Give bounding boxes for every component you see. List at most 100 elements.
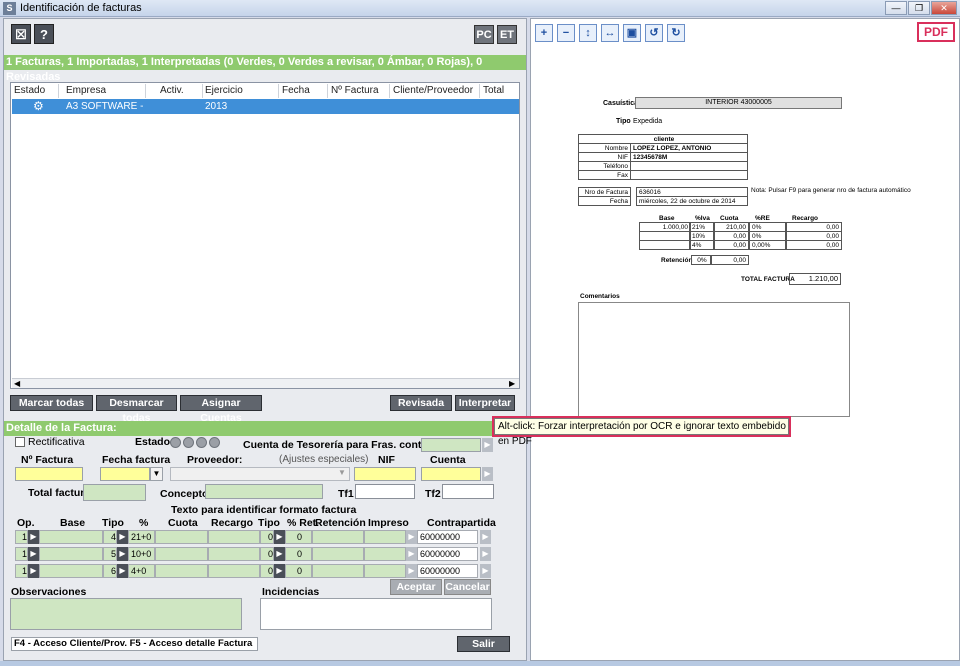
tax-cell-pct[interactable]: 4+0 (128, 564, 155, 578)
tax-cell[interactable] (312, 530, 364, 544)
fecha-input[interactable] (100, 467, 150, 481)
tax-cell[interactable] (364, 547, 406, 561)
tax-cell[interactable] (208, 564, 260, 578)
tax-cell-tipo2[interactable]: 0 (260, 530, 274, 544)
row-arrow-icon[interactable]: ▶ (117, 564, 128, 578)
row-arrow-icon[interactable]: ▶ (117, 547, 128, 561)
row-arrow-icon[interactable]: ▶ (274, 547, 285, 561)
fit-width-icon[interactable]: ↔ (601, 24, 619, 42)
tax-cell[interactable] (155, 564, 208, 578)
tax-cell-tipo[interactable]: 6 (103, 564, 117, 578)
horizontal-scrollbar[interactable]: ◀ ▶ (12, 378, 519, 388)
invoice-grid[interactable]: Estado Empresa Activ. Ejercicio Fecha Nº… (10, 82, 520, 389)
tax-cell[interactable] (312, 564, 364, 578)
tax-cell-ret[interactable]: 0 (285, 530, 312, 544)
tax-cell[interactable] (312, 547, 364, 561)
col-header-nfactura[interactable]: Nº Factura (328, 84, 390, 98)
zoom-out-icon[interactable]: − (557, 24, 575, 42)
col-header-cliente[interactable]: Cliente/Proveedor (390, 84, 480, 98)
tesoreria-input[interactable] (421, 438, 481, 452)
tax-cell[interactable] (208, 547, 260, 561)
row-arrow-icon[interactable]: ▶ (274, 564, 285, 578)
maximize-button[interactable]: ❐ (908, 1, 930, 15)
revisada-button[interactable]: Revisada (390, 395, 452, 411)
rotate-left-icon[interactable]: ↺ (645, 24, 663, 42)
date-dropdown-icon[interactable]: ▼ (150, 467, 163, 481)
tax-cell[interactable] (39, 564, 103, 578)
marcar-todas-button[interactable]: Marcar todas (10, 395, 93, 411)
row-arrow-icon[interactable]: ▶ (117, 530, 128, 544)
row-arrow-icon[interactable]: ▶ (406, 547, 417, 561)
help-icon[interactable]: ? (34, 24, 54, 44)
tax-cell[interactable] (364, 530, 406, 544)
row-arrow-icon[interactable]: ▶ (28, 530, 39, 544)
concepto-input[interactable] (205, 484, 323, 499)
close-window-button[interactable]: ✕ (931, 1, 957, 15)
ajustes-label[interactable]: (Ajustes especiales) (279, 454, 368, 465)
table-row[interactable]: ⚙ A3 SOFTWARE - 00002 2013 (12, 99, 519, 127)
tax-cell-ret[interactable]: 0 (285, 564, 312, 578)
tf2-input[interactable] (442, 484, 494, 499)
et-button[interactable]: ET (497, 25, 517, 44)
tesoreria-arrow-icon[interactable]: ▶ (482, 438, 493, 452)
tax-cell-op[interactable]: 1 (15, 530, 28, 544)
cancelar-button[interactable]: Cancelar (444, 579, 491, 595)
row-arrow-icon[interactable]: ▶ (28, 547, 39, 561)
rectificativa-checkbox[interactable] (15, 437, 25, 447)
desmarcar-todas-button[interactable]: Desmarcar todas (96, 395, 177, 424)
tax-cell-contra[interactable]: 60000000 (417, 564, 478, 578)
fit-height-icon[interactable]: ↕ (579, 24, 597, 42)
salir-button[interactable]: Salir (457, 636, 510, 652)
observaciones-textarea[interactable] (10, 598, 242, 630)
tax-cell-pct[interactable]: 10+0 (128, 547, 155, 561)
tax-cell[interactable] (364, 564, 406, 578)
tax-cell[interactable] (155, 547, 208, 561)
fit-page-icon[interactable]: ▣ (623, 24, 641, 42)
col-header-empresa[interactable]: Empresa (63, 84, 146, 98)
nfactura-input[interactable] (15, 467, 83, 481)
col-header-fecha[interactable]: Fecha (279, 84, 328, 98)
row-arrow-icon[interactable]: ▶ (406, 564, 417, 578)
tax-cell-contra[interactable]: 60000000 (417, 547, 478, 561)
row-arrow-icon[interactable]: ▶ (274, 530, 285, 544)
tax-cell[interactable] (208, 530, 260, 544)
chevron-down-icon[interactable]: ▼ (338, 468, 346, 477)
interpretar-button[interactable]: Interpretar (455, 395, 515, 411)
tax-cell[interactable] (39, 547, 103, 561)
tax-cell-tipo2[interactable]: 0 (260, 547, 274, 561)
row-arrow-icon[interactable]: ▶ (406, 530, 417, 544)
tax-cell[interactable] (39, 530, 103, 544)
exit-icon[interactable]: ☒ (11, 24, 31, 44)
proveedor-select[interactable] (170, 467, 350, 481)
row-arrow-icon[interactable]: ▶ (28, 564, 39, 578)
tax-cell-tipo2[interactable]: 0 (260, 564, 274, 578)
row-arrow-icon[interactable]: ▶ (480, 530, 491, 544)
tax-cell-tipo[interactable]: 4 (103, 530, 117, 544)
col-header-total[interactable]: Total (480, 84, 518, 98)
aceptar-button[interactable]: Aceptar (390, 579, 442, 595)
nif-input[interactable] (354, 467, 416, 481)
row-arrow-icon[interactable]: ▶ (480, 547, 491, 561)
cuenta-arrow-icon[interactable]: ▶ (482, 467, 493, 481)
tf1-input[interactable] (355, 484, 415, 499)
col-header-ejercicio[interactable]: Ejercicio (202, 84, 279, 98)
pc-button[interactable]: PC (474, 25, 494, 44)
cuenta-input[interactable] (421, 467, 481, 481)
tax-cell-ret[interactable]: 0 (285, 547, 312, 561)
incidencias-textarea[interactable] (260, 598, 492, 630)
tax-cell-contra[interactable]: 60000000 (417, 530, 478, 544)
row-arrow-icon[interactable]: ▶ (480, 564, 491, 578)
zoom-in-icon[interactable]: + (535, 24, 553, 42)
tax-cell[interactable] (155, 530, 208, 544)
scroll-right-icon[interactable]: ▶ (509, 379, 515, 388)
pdf-label[interactable]: PDF (917, 22, 955, 42)
asignar-cuentas-button[interactable]: Asignar Cuentas (180, 395, 262, 424)
col-header-estado[interactable]: Estado (11, 84, 59, 98)
tax-cell-op[interactable]: 1 (15, 564, 28, 578)
tax-cell-pct[interactable]: 21+0 (128, 530, 155, 544)
col-header-activ[interactable]: Activ. (157, 84, 203, 98)
scroll-left-icon[interactable]: ◀ (14, 379, 20, 388)
tax-cell-tipo[interactable]: 5 (103, 547, 117, 561)
tax-cell-op[interactable]: 1 (15, 547, 28, 561)
minimize-button[interactable]: — (885, 1, 907, 15)
